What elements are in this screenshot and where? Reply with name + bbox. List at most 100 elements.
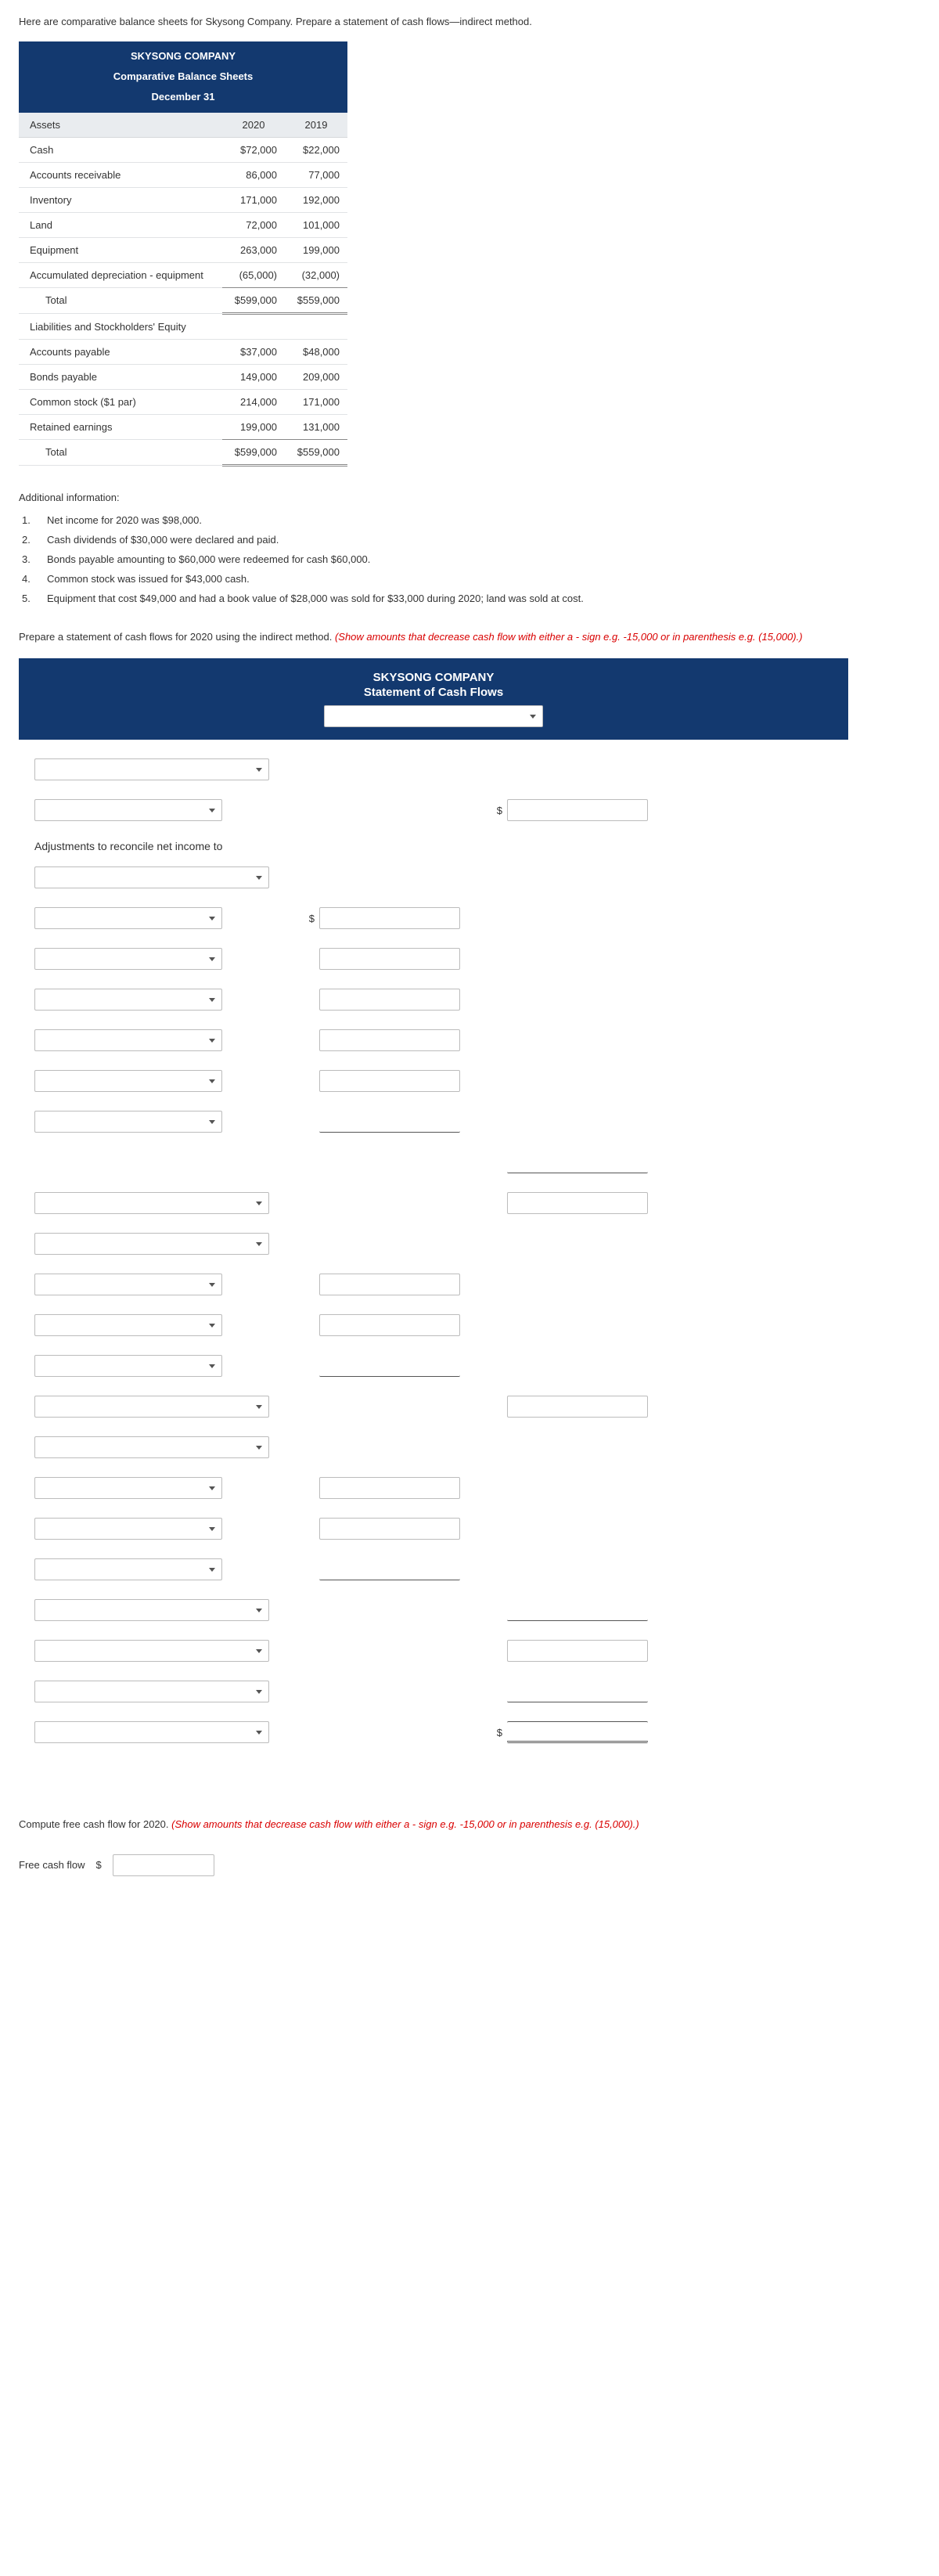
amount-input[interactable] <box>319 1518 460 1540</box>
bs-label: Common stock ($1 par) <box>19 389 222 414</box>
amount-input[interactable] <box>319 907 460 929</box>
bs-total: $559,000 <box>285 439 347 465</box>
bs-val: 77,000 <box>285 162 347 187</box>
bs-company: SKYSONG COMPANY <box>19 41 347 67</box>
bs-val: 199,000 <box>222 414 285 439</box>
adjustment-select[interactable] <box>34 1070 222 1092</box>
amount-input[interactable] <box>319 1274 460 1295</box>
bs-total: $599,000 <box>222 287 285 313</box>
section-select[interactable] <box>34 758 269 780</box>
bs-total-label: Total <box>19 439 222 465</box>
bs-val: (32,000) <box>285 262 347 287</box>
amount-input[interactable] <box>507 799 648 821</box>
section-select[interactable] <box>34 1436 269 1458</box>
bs-label: Inventory <box>19 187 222 212</box>
bs-val: 171,000 <box>222 187 285 212</box>
list-num: 5. <box>22 593 47 604</box>
adjustment-select[interactable] <box>34 989 222 1011</box>
free-cash-label: Free cash flow <box>19 1859 85 1871</box>
scf-body: $ Adjustments to reconcile net income to… <box>19 740 848 1770</box>
bs-val: $72,000 <box>222 137 285 162</box>
amount-input[interactable] <box>319 1111 460 1133</box>
additional-info-title: Additional information: <box>19 492 920 503</box>
amount-input[interactable] <box>319 1558 460 1580</box>
scf-header: SKYSONG COMPANY Statement of Cash Flows <box>19 658 848 740</box>
free-cash-flow-section: Compute free cash flow for 2020. (Show a… <box>19 1817 880 1876</box>
list-text: Bonds payable amounting to $60,000 were … <box>47 553 920 565</box>
bs-val: $37,000 <box>222 339 285 364</box>
list-text: Net income for 2020 was $98,000. <box>47 514 920 526</box>
list-num: 3. <box>22 553 47 565</box>
amount-input[interactable] <box>319 1477 460 1499</box>
amount-input[interactable] <box>319 1070 460 1092</box>
adjustment-select[interactable] <box>34 1029 222 1051</box>
bs-val: $48,000 <box>285 339 347 364</box>
line-item-select[interactable] <box>34 1274 222 1295</box>
instruction-red: (Show amounts that decrease cash flow wi… <box>171 1818 639 1830</box>
subtotal-input[interactable] <box>507 1151 648 1173</box>
net-operating-select[interactable] <box>34 1192 269 1214</box>
adjustment-select[interactable] <box>34 907 222 929</box>
intro-text: Here are comparative balance sheets for … <box>19 16 920 27</box>
net-investing-select[interactable] <box>34 1396 269 1418</box>
amount-input[interactable] <box>507 1640 648 1662</box>
bs-val: 149,000 <box>222 364 285 389</box>
line-item-select[interactable] <box>34 1558 222 1580</box>
amount-input[interactable] <box>319 989 460 1011</box>
list-text: Cash dividends of $30,000 were declared … <box>47 534 920 546</box>
bs-val: 101,000 <box>285 212 347 237</box>
net-change-select[interactable] <box>34 1640 269 1662</box>
bs-val: (65,000) <box>222 262 285 287</box>
line-item-select[interactable] <box>34 1355 222 1377</box>
amount-input[interactable] <box>507 1681 648 1702</box>
bs-val: 209,000 <box>285 364 347 389</box>
adjustment-target-select[interactable] <box>34 866 269 888</box>
bs-val: 199,000 <box>285 237 347 262</box>
section-select[interactable] <box>34 1233 269 1255</box>
scf-title: Statement of Cash Flows <box>19 686 848 699</box>
line-item-select[interactable] <box>34 1314 222 1336</box>
col-assets: Assets <box>19 113 222 138</box>
adjustment-select[interactable] <box>34 1111 222 1133</box>
bs-label: Bonds payable <box>19 364 222 389</box>
line-item-select[interactable] <box>34 799 222 821</box>
line-item-select[interactable] <box>34 1518 222 1540</box>
bs-date: December 31 <box>19 87 347 112</box>
bs-title: Comparative Balance Sheets <box>19 67 347 87</box>
bs-val: 86,000 <box>222 162 285 187</box>
dollar-sign: $ <box>96 1859 102 1871</box>
adjustments-title: Adjustments to reconcile net income to <box>34 840 833 852</box>
bs-liab-header: Liabilities and Stockholders' Equity <box>19 313 347 339</box>
beginning-cash-select[interactable] <box>34 1681 269 1702</box>
additional-info-list: 1.Net income for 2020 was $98,000. 2.Cas… <box>22 514 920 604</box>
amount-input[interactable] <box>319 948 460 970</box>
bs-val: $22,000 <box>285 137 347 162</box>
scf-company: SKYSONG COMPANY <box>19 671 848 684</box>
list-text: Common stock was issued for $43,000 cash… <box>47 573 920 585</box>
amount-input[interactable] <box>507 1396 648 1418</box>
amount-input[interactable] <box>319 1314 460 1336</box>
bs-label: Retained earnings <box>19 414 222 439</box>
net-financing-select[interactable] <box>34 1599 269 1621</box>
adjustment-select[interactable] <box>34 948 222 970</box>
col-2019: 2019 <box>285 113 347 138</box>
dollar-sign: $ <box>300 913 315 924</box>
amount-input[interactable] <box>507 1192 648 1214</box>
amount-input[interactable] <box>319 1355 460 1377</box>
main-instruction: Prepare a statement of cash flows for 20… <box>19 629 920 645</box>
bs-val: 192,000 <box>285 187 347 212</box>
bs-label: Equipment <box>19 237 222 262</box>
amount-input[interactable] <box>319 1029 460 1051</box>
bs-label: Land <box>19 212 222 237</box>
free-cash-input[interactable] <box>113 1854 214 1876</box>
bs-val: 131,000 <box>285 414 347 439</box>
scf-period-select[interactable] <box>324 705 543 727</box>
ending-cash-select[interactable] <box>34 1721 269 1743</box>
list-num: 2. <box>22 534 47 546</box>
list-text: Equipment that cost $49,000 and had a bo… <box>47 593 920 604</box>
bs-val: 263,000 <box>222 237 285 262</box>
ending-cash-input[interactable] <box>507 1721 648 1743</box>
amount-input[interactable] <box>507 1599 648 1621</box>
balance-sheet-table: SKYSONG COMPANY Comparative Balance Shee… <box>19 41 347 467</box>
line-item-select[interactable] <box>34 1477 222 1499</box>
